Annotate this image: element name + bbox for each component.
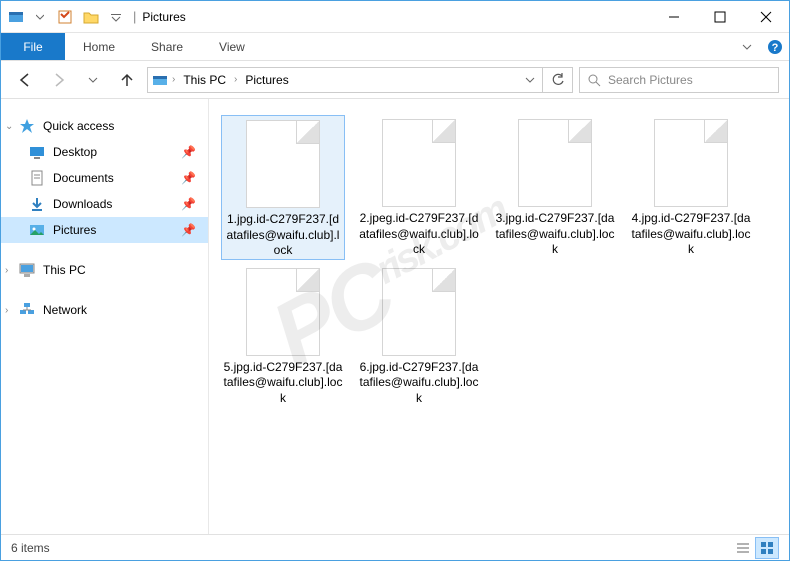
file-item[interactable]: 2.jpeg.id-C279F237.[datafiles@waifu.club…: [357, 115, 481, 260]
minimize-button[interactable]: [651, 2, 697, 32]
navigation-bar: › This PC › Pictures Search Pictures: [1, 61, 789, 99]
breadcrumb-pictures[interactable]: Pictures: [241, 73, 292, 87]
file-item[interactable]: 4.jpg.id-C279F237.[datafiles@waifu.club]…: [629, 115, 753, 260]
navigation-pane: ⌄ Quick access Desktop 📌 Documents 📌 Dow…: [1, 99, 209, 536]
file-name: 2.jpeg.id-C279F237.[datafiles@waifu.club…: [357, 211, 481, 258]
help-icon[interactable]: ?: [761, 33, 789, 60]
title-bar: | Pictures: [1, 1, 789, 33]
computer-icon: [19, 262, 35, 278]
search-input[interactable]: Search Pictures: [579, 67, 779, 93]
pictures-icon: [29, 222, 45, 238]
desktop-icon: [29, 144, 45, 160]
close-button[interactable]: [743, 2, 789, 32]
dropdown-icon[interactable]: [29, 6, 51, 28]
search-placeholder: Search Pictures: [608, 73, 693, 87]
expand-icon[interactable]: ⌄: [5, 121, 13, 132]
sidebar-item-label: Quick access: [43, 119, 114, 133]
pin-icon: 📌: [181, 223, 196, 237]
sidebar-this-pc[interactable]: › This PC: [1, 257, 208, 283]
qat-dropdown-icon[interactable]: [105, 6, 127, 28]
ribbon-tabs: File Home Share View ?: [1, 33, 789, 61]
address-bar[interactable]: › This PC › Pictures: [147, 67, 543, 93]
pin-icon: 📌: [181, 171, 196, 185]
maximize-button[interactable]: [697, 2, 743, 32]
file-item[interactable]: 6.jpg.id-C279F237.[datafiles@waifu.club]…: [357, 264, 481, 407]
file-item[interactable]: 1.jpg.id-C279F237.[datafiles@waifu.club]…: [221, 115, 345, 260]
sidebar-item-downloads[interactable]: Downloads 📌: [1, 191, 208, 217]
thumbnails-view-button[interactable]: [755, 537, 779, 559]
sidebar-item-pictures[interactable]: Pictures 📌: [1, 217, 208, 243]
address-dropdown-icon[interactable]: [522, 72, 538, 88]
sidebar-item-label: Network: [43, 303, 87, 317]
file-name: 1.jpg.id-C279F237.[datafiles@waifu.club]…: [222, 212, 344, 259]
file-name: 3.jpg.id-C279F237.[datafiles@waifu.club]…: [493, 211, 617, 258]
star-icon: [19, 118, 35, 134]
sidebar-item-label: This PC: [43, 263, 86, 277]
location-icon: [152, 72, 168, 88]
details-view-button[interactable]: [731, 537, 755, 559]
app-icon: [5, 6, 27, 28]
file-list: 1.jpg.id-C279F237.[datafiles@waifu.club]…: [209, 99, 789, 536]
file-name: 5.jpg.id-C279F237.[datafiles@waifu.club]…: [221, 360, 345, 407]
tab-share[interactable]: Share: [133, 33, 201, 60]
sidebar-item-documents[interactable]: Documents 📌: [1, 165, 208, 191]
file-icon: [518, 119, 592, 207]
pin-icon: 📌: [181, 145, 196, 159]
expand-icon[interactable]: ›: [5, 305, 8, 316]
file-name: 6.jpg.id-C279F237.[datafiles@waifu.club]…: [357, 360, 481, 407]
qat-properties-icon[interactable]: [53, 5, 77, 29]
recent-dropdown-icon[interactable]: [79, 66, 107, 94]
sidebar-item-desktop[interactable]: Desktop 📌: [1, 139, 208, 165]
downloads-icon: [29, 196, 45, 212]
status-item-count: 6 items: [11, 541, 50, 555]
refresh-button[interactable]: [543, 67, 573, 93]
file-name: 4.jpg.id-C279F237.[datafiles@waifu.club]…: [629, 211, 753, 258]
chevron-right-icon[interactable]: ›: [172, 74, 175, 85]
sidebar-item-label: Pictures: [53, 223, 96, 237]
window-title: Pictures: [142, 10, 185, 24]
breadcrumb-this-pc[interactable]: This PC: [179, 73, 230, 87]
ribbon-expand-icon[interactable]: [733, 33, 761, 60]
sidebar-item-label: Downloads: [53, 197, 112, 211]
sidebar-item-label: Desktop: [53, 145, 97, 159]
forward-button[interactable]: [45, 66, 73, 94]
pin-icon: 📌: [181, 197, 196, 211]
qat-folder-icon[interactable]: [79, 5, 103, 29]
file-icon: [382, 119, 456, 207]
expand-icon[interactable]: ›: [5, 265, 8, 276]
back-button[interactable]: [11, 66, 39, 94]
network-icon: [19, 302, 35, 318]
file-item[interactable]: 5.jpg.id-C279F237.[datafiles@waifu.club]…: [221, 264, 345, 407]
tab-view[interactable]: View: [201, 33, 263, 60]
sidebar-item-label: Documents: [53, 171, 114, 185]
file-icon: [246, 268, 320, 356]
up-button[interactable]: [113, 66, 141, 94]
search-icon: [586, 72, 602, 88]
sidebar-network[interactable]: › Network: [1, 297, 208, 323]
file-icon: [382, 268, 456, 356]
status-bar: 6 items: [1, 534, 789, 560]
file-icon: [246, 120, 320, 208]
title-separator: |: [133, 9, 136, 24]
svg-text:?: ?: [772, 42, 779, 54]
chevron-right-icon[interactable]: ›: [234, 74, 237, 85]
tab-home[interactable]: Home: [65, 33, 133, 60]
file-item[interactable]: 3.jpg.id-C279F237.[datafiles@waifu.club]…: [493, 115, 617, 260]
file-icon: [654, 119, 728, 207]
sidebar-quick-access[interactable]: ⌄ Quick access: [1, 113, 208, 139]
documents-icon: [29, 170, 45, 186]
file-tab[interactable]: File: [1, 33, 65, 60]
